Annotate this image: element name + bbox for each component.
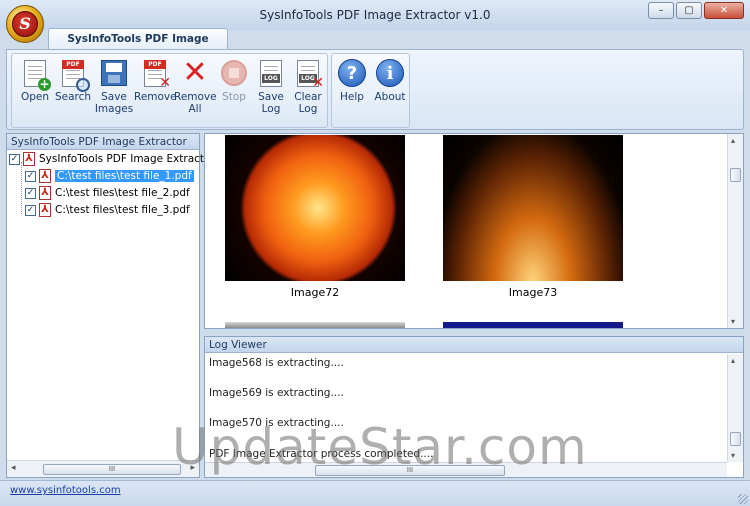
file-tree: ✓ ⅄ SysInfoTools PDF Image Extractor ✓ ⅄… (7, 150, 215, 460)
info-glyph: i (376, 59, 404, 87)
clear-log-label: Clear Log (294, 91, 322, 115)
save-log-button[interactable]: LOG Save Log (251, 58, 291, 124)
open-button[interactable]: + Open (15, 58, 55, 124)
ribbon-group-help: ? Help i About (331, 53, 410, 128)
pdf-remove-icon: PDF ✕ (140, 58, 171, 90)
image-vertical-scrollbar[interactable]: ▴ ▾ (727, 134, 743, 328)
tab-main[interactable]: SysInfoTools PDF Image Extractor (48, 28, 228, 65)
remove-label: Remove (134, 91, 177, 103)
pdf-icon: ⅄ (39, 186, 51, 200)
scroll-thumb[interactable]: III (43, 464, 181, 475)
pdf-badge: PDF (62, 59, 84, 69)
tree-item-label: C:\test files\test file_2.pdf (55, 187, 190, 199)
info-icon: i (375, 58, 405, 88)
tree-horizontal-scrollbar[interactable]: ◂ III ▸ (7, 460, 199, 477)
scroll-down-icon[interactable]: ▾ (731, 317, 735, 326)
status-bar: www.sysinfotools.com (0, 480, 750, 506)
pdf-icon: ⅄ (39, 203, 51, 217)
remove-all-button[interactable]: ✕ Remove All (174, 55, 217, 124)
log-line: Image568 is extracting.... (209, 357, 344, 369)
red-x-icon: ✕ (182, 55, 208, 90)
log-line: Image569 is extracting.... (209, 387, 344, 399)
help-button[interactable]: ? Help (332, 58, 372, 124)
watermark: UpdateStar.com (172, 418, 588, 476)
stop-button[interactable]: Stop (214, 58, 254, 124)
ribbon: + Open PDF Search Save Images PDF ✕ Remov… (6, 49, 744, 130)
image-label: Image73 (508, 286, 558, 299)
pdf-search-icon: PDF (58, 58, 90, 92)
remove-button[interactable]: PDF ✕ Remove (134, 58, 177, 124)
checkbox[interactable]: ✓ (25, 204, 36, 216)
title-bar: SysInfoTools PDF Image Extractor v1.0 – … (0, 0, 750, 30)
save-images-label: Save Images (94, 91, 134, 115)
stop-icon (219, 58, 249, 88)
help-icon: ? (337, 58, 367, 88)
log-badge: LOG (262, 73, 280, 83)
window-title: SysInfoTools PDF Image Extractor v1.0 (259, 8, 491, 22)
tree-item-label: C:\test files\test file_3.pdf (55, 204, 190, 216)
tree-connector (21, 162, 22, 214)
app-logo-letter: S (12, 11, 38, 37)
ribbon-group-file: + Open PDF Search Save Images PDF ✕ Remov… (11, 53, 328, 128)
tree-root[interactable]: ✓ ⅄ SysInfoTools PDF Image Extractor (9, 151, 215, 167)
pdf-badge: PDF (144, 59, 166, 69)
scroll-up-icon[interactable]: ▴ (731, 356, 735, 365)
image-thumbnail-sun[interactable] (225, 135, 405, 281)
image-thumbnail-partial[interactable] (225, 322, 405, 328)
scroll-up-icon[interactable]: ▴ (731, 136, 735, 145)
tree-root-label: SysInfoTools PDF Image Extractor (39, 153, 215, 165)
pdf-icon: ⅄ (23, 152, 35, 166)
tree-item-file-2[interactable]: ✓ ⅄ C:\test files\test file_2.pdf (25, 185, 190, 201)
checkbox[interactable]: ✓ (25, 187, 36, 199)
help-glyph: ? (338, 59, 366, 87)
clear-log-icon: LOG ✕ (293, 58, 324, 90)
log-viewer-header: Log Viewer (205, 337, 743, 353)
open-label: Open (20, 91, 50, 103)
save-log-label: Save Log (258, 91, 284, 115)
image-thumbnail-partial[interactable] (443, 322, 623, 328)
scroll-down-icon[interactable]: ▾ (731, 451, 735, 460)
about-button[interactable]: i About (370, 58, 410, 124)
save-images-icon (99, 58, 129, 88)
search-label: Search (54, 91, 92, 103)
resize-grip-icon[interactable] (738, 494, 748, 504)
save-log-icon: LOG (256, 58, 286, 88)
image-viewer: Image72 Image73 ▴ ▾ (204, 133, 744, 329)
folder-add-icon: + (20, 58, 51, 91)
file-tree-panel: SysInfoTools PDF Image Extractor ✓ ⅄ Sys… (6, 133, 215, 478)
pdf-icon: ⅄ (39, 169, 51, 183)
remove-all-label: Remove All (174, 91, 217, 115)
image-label: Image72 (290, 286, 340, 299)
tree-item-file-3[interactable]: ✓ ⅄ C:\test files\test file_3.pdf (25, 202, 190, 218)
image-thumbnail-solar-loops[interactable] (443, 135, 623, 281)
window-controls: – ▢ ✕ (648, 2, 744, 19)
tree-item-label: C:\test files\test file_1.pdf (55, 170, 194, 182)
search-button[interactable]: PDF Search (53, 58, 93, 124)
checkbox[interactable]: ✓ (9, 153, 20, 165)
save-images-button[interactable]: Save Images (92, 58, 136, 124)
tree-item-file-1[interactable]: ✓ ⅄ C:\test files\test file_1.pdf (25, 168, 194, 184)
scroll-left-icon[interactable]: ◂ (11, 463, 16, 473)
scroll-thumb[interactable] (730, 432, 741, 446)
stop-label: Stop (222, 91, 246, 103)
website-link[interactable]: www.sysinfotools.com (10, 485, 121, 496)
file-tree-header: SysInfoTools PDF Image Extractor (7, 134, 199, 150)
maximize-button[interactable]: ▢ (676, 2, 702, 19)
ribbon-tab-row: SysInfoTools PDF Image Extractor (0, 28, 750, 65)
close-button[interactable]: ✕ (704, 2, 744, 19)
minimize-button[interactable]: – (648, 2, 674, 19)
clear-log-button[interactable]: LOG ✕ Clear Log (288, 58, 328, 124)
help-label: Help (340, 91, 364, 103)
about-label: About (374, 91, 406, 103)
scroll-thumb[interactable] (730, 168, 741, 182)
log-vertical-scrollbar[interactable]: ▴ ▾ (727, 354, 743, 462)
app-logo[interactable]: S (6, 5, 44, 43)
checkbox[interactable]: ✓ (25, 170, 36, 182)
